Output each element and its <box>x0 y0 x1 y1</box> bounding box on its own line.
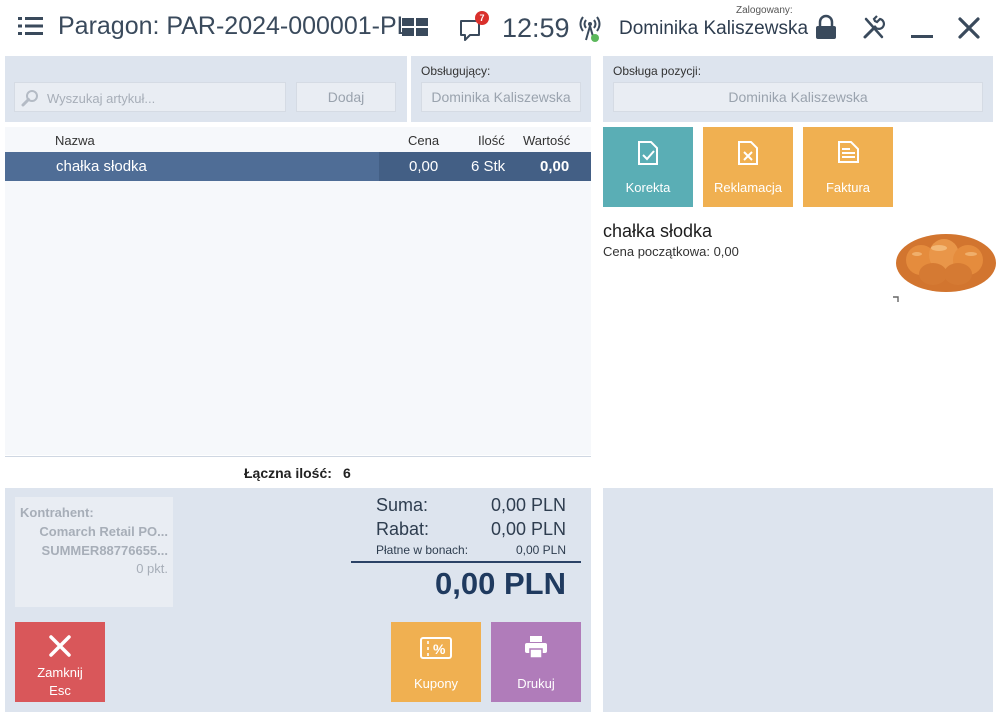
contractor-points: 0 pkt. <box>136 561 168 576</box>
row-qty: 6 Stk <box>471 158 506 175</box>
print-button[interactable]: Drukuj <box>491 622 581 702</box>
discount-value: 0,00 PLN <box>490 519 566 539</box>
contractor-name: Comarch Retail PO... <box>39 524 168 539</box>
vouchers-label: Płatne w bonach: <box>376 543 469 557</box>
correction-document-icon <box>638 141 658 165</box>
complaint-document-icon <box>738 141 758 165</box>
coupons-label: Kupony <box>413 676 459 691</box>
item-service-label: Obsługa pozycji: <box>613 64 702 78</box>
sum-label: Suma: <box>376 495 429 515</box>
printer-icon <box>525 636 547 659</box>
coupons-button[interactable]: % Kupony <box>391 622 481 702</box>
connection-status-icon <box>579 16 601 42</box>
invoice-button[interactable]: Faktura <box>803 127 893 207</box>
col-header-name[interactable]: Nazwa <box>55 133 95 148</box>
right-bottom-panel <box>603 488 993 712</box>
close-icon[interactable] <box>955 14 983 42</box>
windows-grid-icon[interactable] <box>402 18 428 36</box>
total-qty-label: Łączna ilość: <box>244 465 332 481</box>
vouchers-value: 0,00 PLN <box>515 543 566 557</box>
menu-icon[interactable] <box>18 16 43 36</box>
page-title: Paragon: PAR-2024-000001-PL <box>58 12 411 40</box>
tools-icon[interactable] <box>860 14 888 42</box>
contractor-label: Kontrahent: <box>20 505 94 520</box>
item-service-field[interactable]: Dominika Kaliszewska <box>613 82 983 112</box>
summary-divider <box>351 561 581 563</box>
product-name: chałka słodka <box>603 221 713 241</box>
col-header-value[interactable]: Wartość <box>523 133 570 148</box>
product-image <box>893 234 996 302</box>
correction-label: Korekta <box>625 180 671 195</box>
invoice-label: Faktura <box>825 180 871 195</box>
close-label: Zamknij <box>37 665 83 680</box>
complaint-button[interactable]: Reklamacja <box>703 127 793 207</box>
search-placeholder: Wyszukaj artykuł... <box>47 91 156 106</box>
search-icon <box>21 90 38 107</box>
items-table: Nazwa Cena Ilość Wartość chałka słodka 0… <box>5 127 591 455</box>
discount-label: Rabat: <box>376 519 430 539</box>
serving-label: Obsługujący: <box>421 64 491 78</box>
total-qty-value: 6 <box>343 465 351 481</box>
minimize-icon[interactable] <box>908 14 936 42</box>
search-input[interactable]: Wyszukaj artykuł... <box>14 82 286 112</box>
grand-total: 0,00 PLN <box>435 566 566 601</box>
col-header-qty[interactable]: Ilość <box>478 133 505 148</box>
logged-in-label: Zalogowany: <box>736 5 793 16</box>
pos-app: Paragon: PAR-2024-000001-PL 7 12:59 Zalo… <box>0 0 998 718</box>
row-name: chałka słodka <box>56 158 147 175</box>
coupon-icon: % <box>420 637 452 659</box>
contractor-card[interactable]: Kontrahent: Comarch Retail PO... SUMMER8… <box>15 497 173 607</box>
row-price: 0,00 <box>409 158 439 175</box>
total-quantity-bar: Łączna ilość: 6 <box>5 456 591 487</box>
close-key: Esc <box>49 683 71 698</box>
contractor-code: SUMMER88776655... <box>41 543 168 558</box>
col-header-price[interactable]: Cena <box>408 133 439 148</box>
correction-button[interactable]: Korekta <box>603 127 693 207</box>
serving-field[interactable]: Dominika Kaliszewska <box>421 82 581 112</box>
add-button[interactable]: Dodaj <box>296 82 396 112</box>
header-bar: Paragon: PAR-2024-000001-PL 7 12:59 Zalo… <box>0 0 998 56</box>
notification-badge: 7 <box>475 11 489 25</box>
close-x-icon <box>49 635 71 657</box>
close-receipt-button[interactable]: Zamknij Esc <box>15 622 105 702</box>
print-label: Drukuj <box>517 676 555 691</box>
table-row[interactable]: chałka słodka 0,00 6 Stk 0,00 <box>5 152 591 181</box>
complaint-label: Reklamacja <box>714 180 782 195</box>
lock-icon[interactable] <box>812 14 840 42</box>
invoice-document-icon <box>838 141 859 163</box>
product-initial-price: Cena początkowa: 0,00 <box>603 244 739 259</box>
sum-value: 0,00 PLN <box>490 495 566 515</box>
svg-text:%: % <box>433 641 446 657</box>
row-value: 0,00 <box>540 158 570 175</box>
clock: 12:59 <box>502 13 570 43</box>
logged-user-name: Dominika Kaliszewska <box>619 18 809 39</box>
